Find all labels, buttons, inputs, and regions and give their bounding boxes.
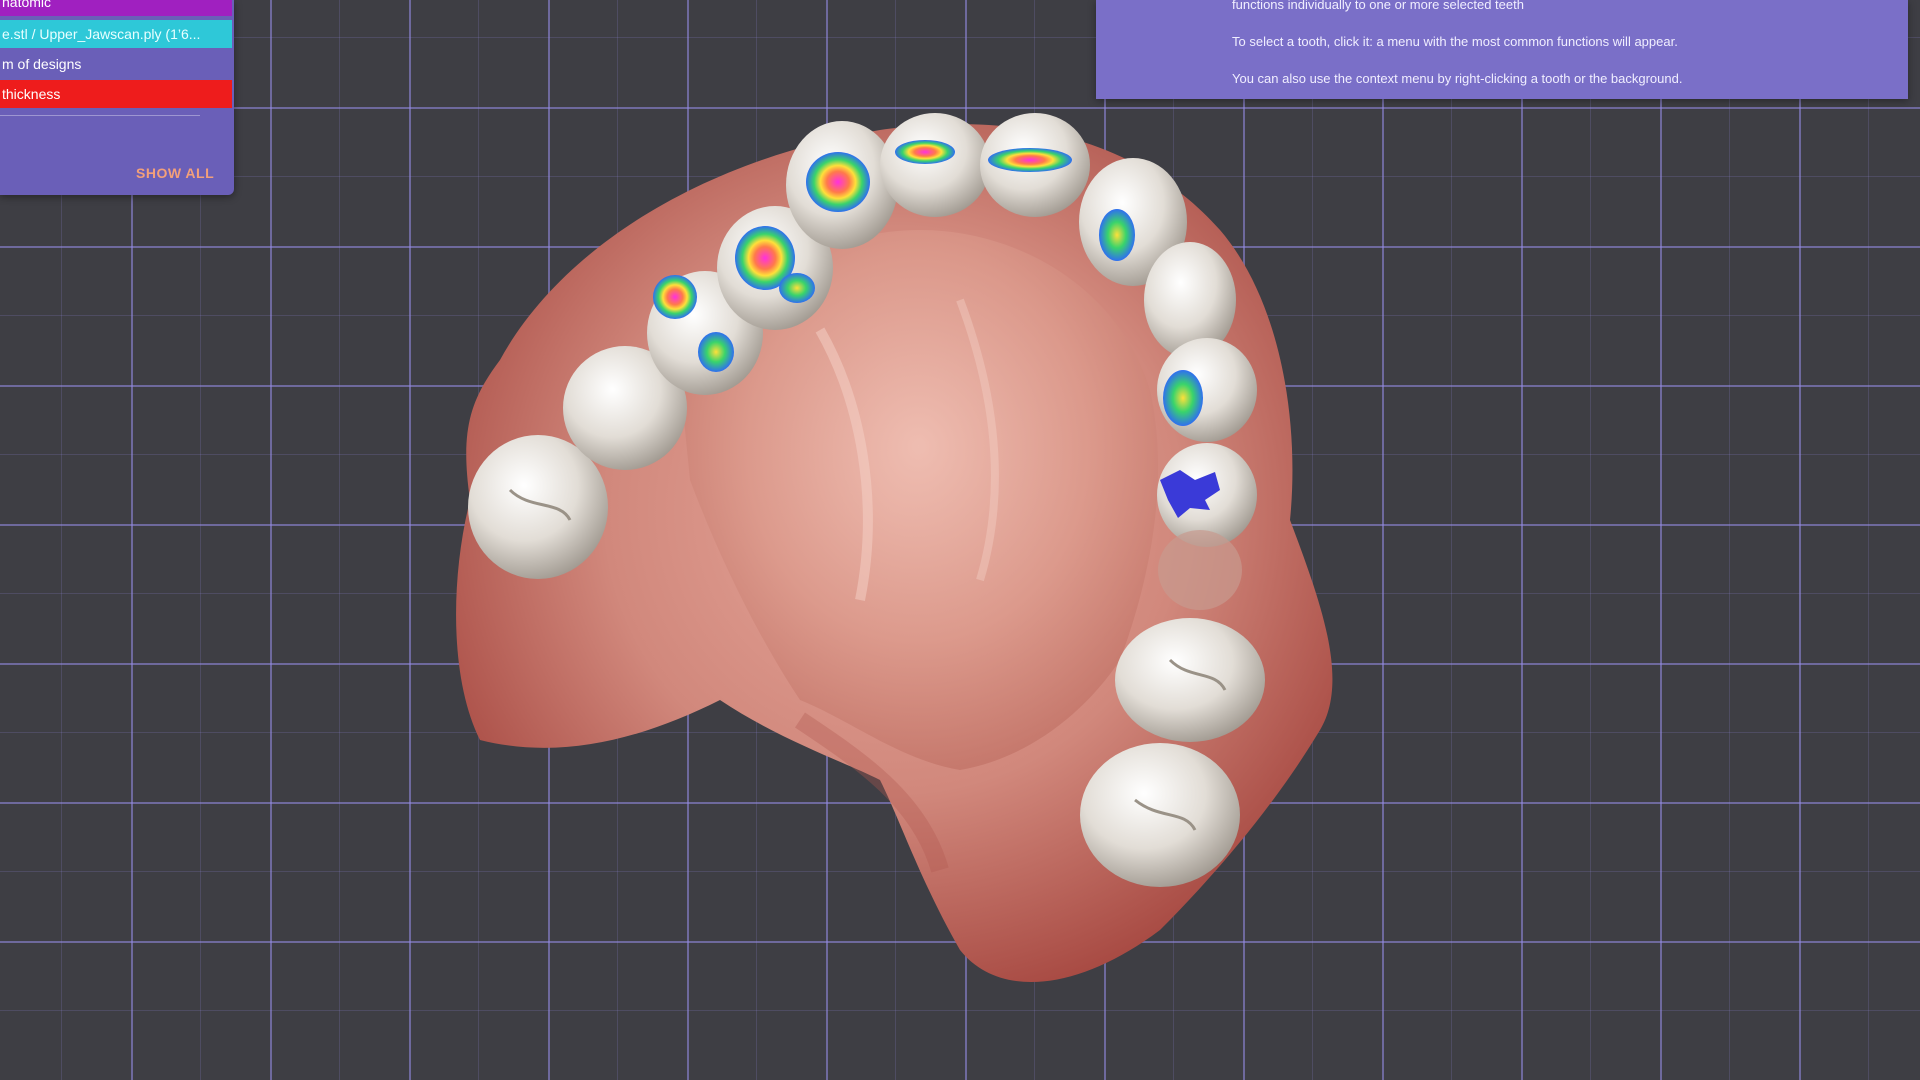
heatmap-patch <box>1099 209 1135 261</box>
layer-item-jaw-scan[interactable]: e.stl / Upper_Jawscan.ply (1’6... <box>0 20 232 48</box>
help-text: To select a tooth, click it: a menu with… <box>1232 34 1678 49</box>
tooth-molar-right-2[interactable] <box>1080 743 1240 887</box>
3d-viewport[interactable] <box>0 0 1920 1080</box>
layer-item-thickness[interactable]: thickness <box>0 80 232 108</box>
layer-item-designs[interactable]: m of designs <box>0 50 232 78</box>
jaw-model[interactable] <box>0 0 1920 1080</box>
heatmap-patch <box>653 275 697 319</box>
heatmap-patch <box>1163 370 1203 426</box>
tooth-molar-right-1[interactable] <box>1115 618 1265 742</box>
tooth-root-right <box>1158 530 1242 610</box>
help-panel: functions individually to one or more se… <box>1096 0 1908 99</box>
divider <box>0 115 200 116</box>
show-all-button[interactable]: SHOW ALL <box>136 165 214 181</box>
help-text: You can also use the context menu by rig… <box>1232 71 1683 86</box>
help-text: functions individually to one or more se… <box>1232 0 1524 12</box>
heatmap-patch <box>806 152 870 212</box>
heatmap-patch <box>895 140 955 164</box>
layers-panel: natomic e.stl / Upper_Jawscan.ply (1’6..… <box>0 0 234 195</box>
heatmap-patch <box>779 273 815 303</box>
tooth-central-incisor-left[interactable] <box>880 113 990 217</box>
heatmap-patch <box>988 148 1072 172</box>
layer-item-anatomic[interactable]: natomic <box>0 0 232 16</box>
heatmap-patch <box>698 332 734 372</box>
